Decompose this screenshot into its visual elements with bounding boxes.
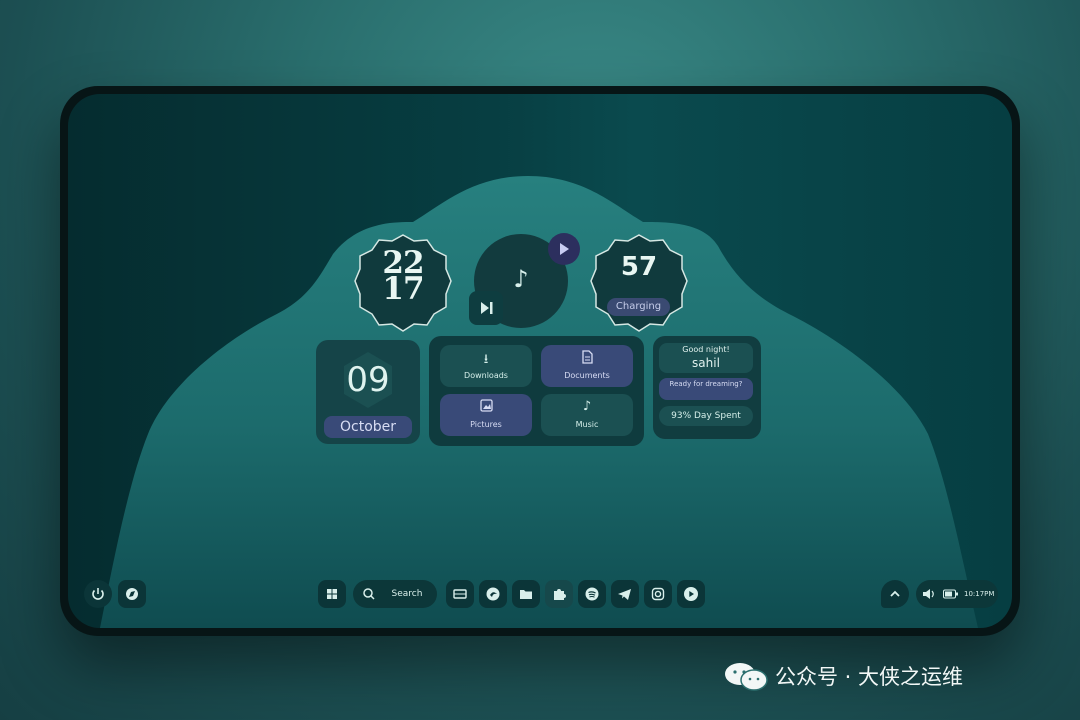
video-icon [453, 589, 467, 599]
skip-next-icon [481, 302, 493, 314]
documents-tile[interactable]: Documents [541, 345, 633, 387]
windows-start-icon [327, 589, 337, 599]
music-tile[interactable]: ♪ Music [541, 394, 633, 436]
monitor-frame: 22 17 ♪ 57 Charging 09 October ⭳ Downloa… [60, 86, 1020, 636]
battery-widget: 57 Charging [588, 232, 690, 334]
search-bar[interactable]: Search [353, 580, 437, 608]
edge-icon [486, 587, 500, 601]
taskbar-app-spotify[interactable] [578, 580, 606, 608]
user-name: sahil [692, 356, 720, 370]
greeting-message: Ready for dreaming? [659, 378, 753, 400]
taskbar-app-youtube[interactable] [677, 580, 705, 608]
battery-badge-shape [590, 234, 688, 332]
skip-next-button[interactable] [469, 291, 503, 325]
play-button[interactable] [548, 233, 580, 265]
instagram-icon [651, 587, 665, 601]
taskbar-app-instagram[interactable] [644, 580, 672, 608]
downloads-label: Downloads [464, 371, 508, 380]
files-widget: ⭳ Downloads Documents Pictures ♪ Music [429, 336, 644, 446]
date-month: October [324, 416, 412, 438]
music-note-icon: ♪ [513, 265, 529, 293]
clock-time-label: 10:17PM [964, 590, 995, 598]
wechat-icon [725, 663, 768, 691]
spotify-icon [585, 587, 599, 601]
download-icon: ⭳ [483, 352, 489, 367]
charging-status: Charging [607, 298, 670, 316]
power-icon [92, 588, 104, 600]
search-label: Search [391, 589, 423, 599]
puzzle-icon [554, 589, 566, 600]
chevron-up-icon [890, 590, 900, 597]
power-button[interactable] [84, 580, 112, 608]
documents-label: Documents [564, 371, 610, 380]
battery-icon [943, 589, 958, 599]
clock-widget: 22 17 [352, 232, 454, 334]
taskbar-app-files[interactable] [512, 580, 540, 608]
battery-percent: 57 [620, 252, 658, 282]
day-spent-pill: 93% Day Spent [659, 406, 753, 426]
play-icon [560, 243, 569, 255]
music-note-icon: ♪ [582, 399, 592, 414]
greeting-widget: Good night! sahil Ready for dreaming? 93… [653, 336, 761, 439]
clock-time: 22 17 [352, 248, 454, 307]
watermark-text: 公众号 · 大侠之运维 [775, 665, 964, 689]
start-button[interactable] [318, 580, 346, 608]
greeting-text: Good night! [682, 345, 730, 354]
clock-minutes: 17 [382, 271, 424, 307]
system-tray-toggle[interactable] [881, 580, 909, 608]
date-day: 09 [346, 360, 390, 400]
image-icon [440, 399, 532, 416]
files-icon [520, 590, 532, 599]
compass-button[interactable] [118, 580, 146, 608]
pictures-label: Pictures [470, 420, 502, 429]
taskbar-app-puzzle[interactable] [545, 580, 573, 608]
pictures-tile[interactable]: Pictures [440, 394, 532, 436]
taskbar-app-telegram[interactable] [611, 580, 639, 608]
document-icon [541, 350, 633, 368]
greeting-card: Good night! sahil [659, 343, 753, 373]
downloads-tile[interactable]: ⭳ Downloads [440, 345, 532, 387]
taskbar-app-edge[interactable] [479, 580, 507, 608]
youtube-icon [684, 587, 698, 601]
volume-icon [923, 589, 934, 599]
telegram-icon [618, 589, 631, 600]
date-widget: 09 October [316, 340, 420, 444]
compass-icon [126, 588, 138, 600]
taskbar-app-video[interactable] [446, 580, 474, 608]
search-icon [363, 588, 375, 600]
system-status[interactable]: 10:17PM [916, 580, 998, 608]
desktop-screen: 22 17 ♪ 57 Charging 09 October ⭳ Downloa… [68, 94, 1012, 628]
music-label: Music [575, 420, 599, 429]
